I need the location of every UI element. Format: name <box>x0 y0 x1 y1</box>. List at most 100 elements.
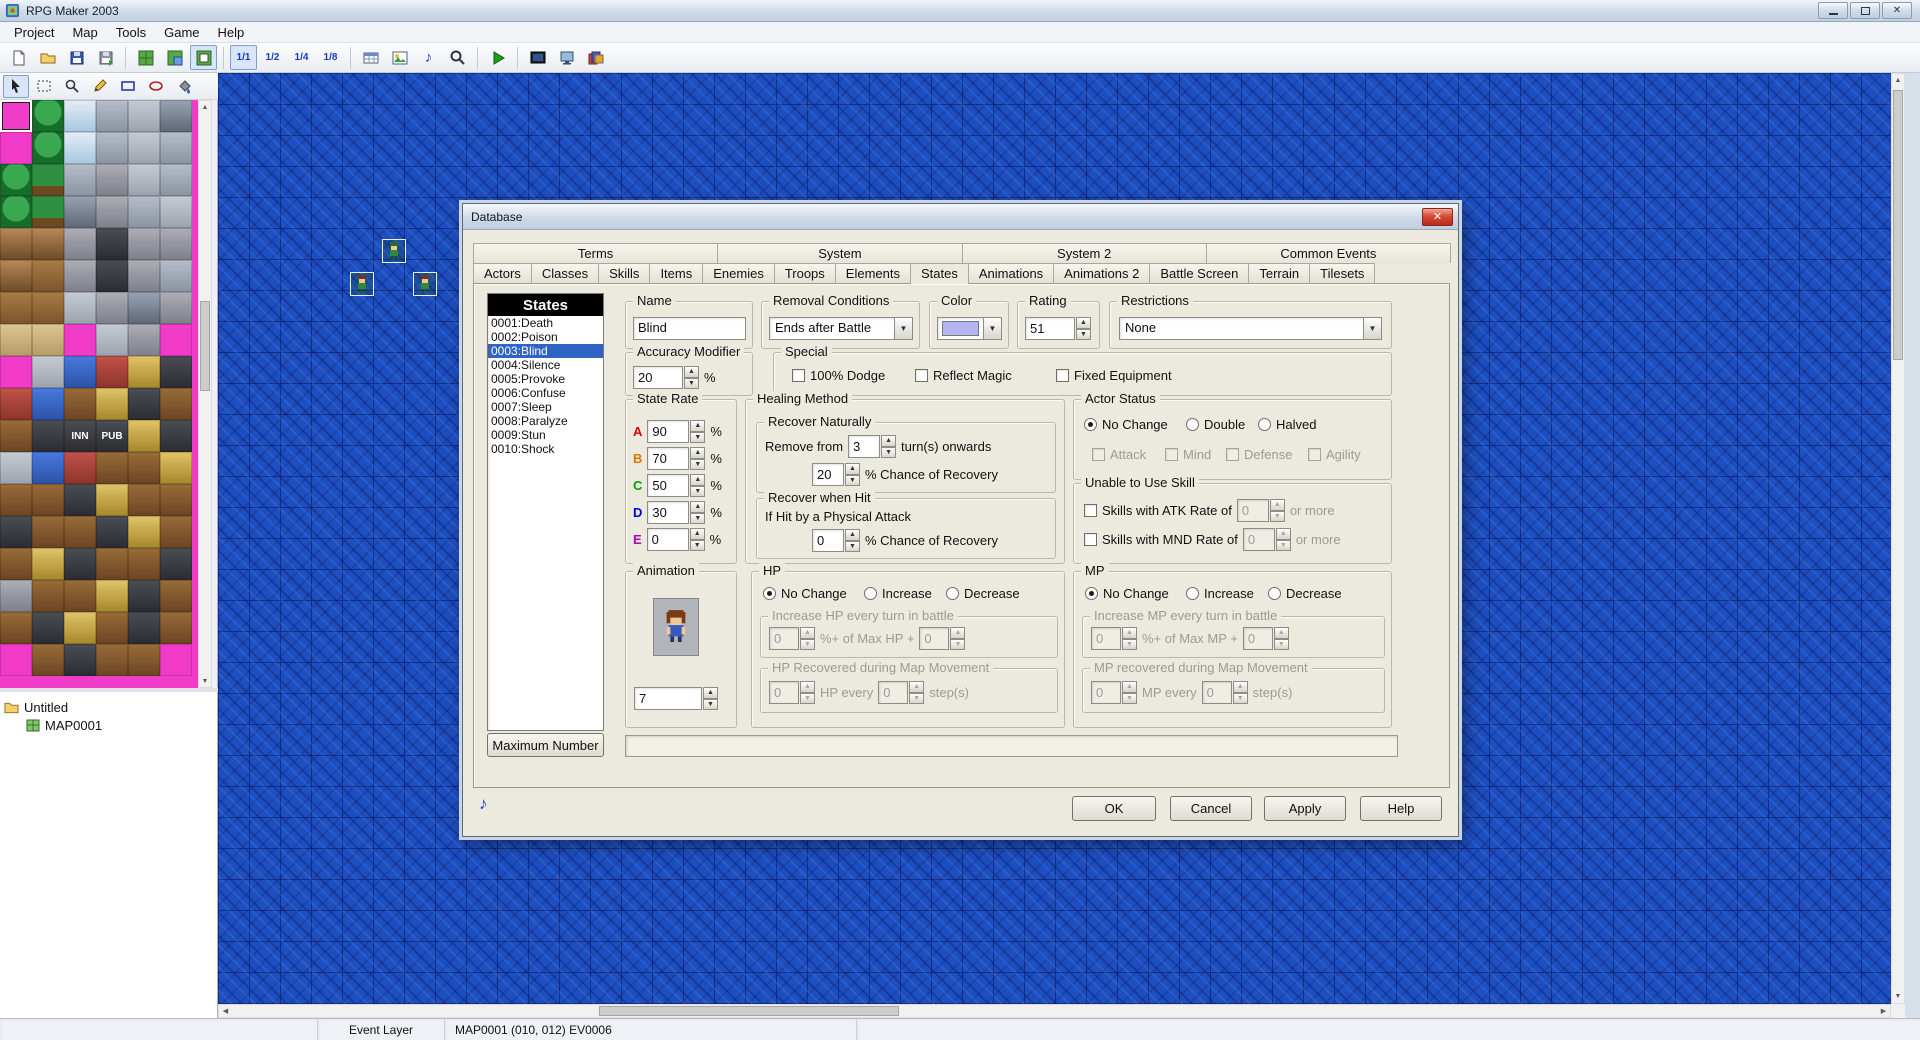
options-button[interactable] <box>582 45 609 70</box>
palette-tile[interactable] <box>32 644 64 676</box>
palette-tile[interactable] <box>160 260 192 292</box>
states-list-item[interactable]: 0007:Sleep <box>488 400 603 414</box>
tab-skills[interactable]: Skills <box>598 263 650 283</box>
palette-tile[interactable] <box>64 452 96 484</box>
tree-item-project[interactable]: Untitled <box>4 698 213 716</box>
palette-tile[interactable] <box>96 484 128 516</box>
rating-value[interactable]: 51 <box>1025 317 1075 340</box>
states-list-item[interactable]: 0006:Confuse <box>488 386 603 400</box>
accuracy-spinner[interactable]: 20 ▲▼ <box>633 366 699 389</box>
create-game-disk-button[interactable] <box>92 45 119 70</box>
palette-tile[interactable] <box>32 612 64 644</box>
mnd-rate-spinner[interactable]: 0▲▼ <box>1243 528 1291 551</box>
palette-tile[interactable] <box>0 132 32 164</box>
hp-battle-v2-spinner[interactable]: 0▲▼ <box>919 627 965 650</box>
palette-tile[interactable] <box>96 612 128 644</box>
palette-tile[interactable] <box>0 196 32 228</box>
menu-game[interactable]: Game <box>155 23 208 42</box>
palette-tile[interactable] <box>32 516 64 548</box>
palette-tile[interactable] <box>32 292 64 324</box>
help-button[interactable]: Help <box>1360 796 1442 821</box>
mnd-rate-value[interactable]: 0 <box>1243 528 1275 551</box>
palette-tile[interactable] <box>32 260 64 292</box>
palette-tile[interactable] <box>128 132 160 164</box>
spin-up-icon[interactable]: ▲ <box>1233 681 1248 693</box>
palette-tile[interactable] <box>0 388 32 420</box>
event-layer-button[interactable] <box>190 45 217 70</box>
mnd-rate-checkbox[interactable] <box>1084 533 1097 546</box>
mp-no-change-radio[interactable] <box>1085 587 1098 600</box>
palette-tile[interactable] <box>96 644 128 676</box>
hp-map-v2-spinner[interactable]: 0▲▼ <box>878 681 924 704</box>
palette-tile[interactable] <box>32 580 64 612</box>
states-list-item[interactable]: 0001:Death <box>488 316 603 330</box>
hp-battle-v1[interactable]: 0 <box>769 627 799 650</box>
palette-tile[interactable] <box>64 612 96 644</box>
agility-flag-checkbox[interactable] <box>1308 448 1321 461</box>
palette-tile[interactable] <box>32 420 64 452</box>
remove-turns-value[interactable]: 3 <box>848 435 880 458</box>
mp-battle-v1-spinner[interactable]: 0▲▼ <box>1091 627 1137 650</box>
chevron-down-icon[interactable]: ▼ <box>983 318 1001 339</box>
spin-up-icon[interactable]: ▲ <box>690 528 705 540</box>
hp-decrease-radio[interactable] <box>946 587 959 600</box>
palette-tile[interactable] <box>160 644 192 676</box>
atk-rate-checkbox[interactable] <box>1084 504 1097 517</box>
tab-battle-screen[interactable]: Battle Screen <box>1149 263 1249 283</box>
palette-tile[interactable] <box>96 132 128 164</box>
spin-up-icon[interactable]: ▲ <box>1276 528 1291 540</box>
new-project-button[interactable] <box>5 45 32 70</box>
palette-tile[interactable] <box>160 484 192 516</box>
zoom-1-4-button[interactable]: 1/4 <box>288 45 315 70</box>
tab-troops[interactable]: Troops <box>774 263 836 283</box>
defense-flag-checkbox[interactable] <box>1226 448 1239 461</box>
palette-tile[interactable] <box>0 580 32 612</box>
scroll-up-icon[interactable]: ▲ <box>199 101 211 113</box>
tab-terrain[interactable]: Terrain <box>1248 263 1310 283</box>
spin-down-icon[interactable]: ▼ <box>881 447 896 459</box>
mind-flag-checkbox[interactable] <box>1165 448 1178 461</box>
dodge-checkbox[interactable] <box>792 369 805 382</box>
zoom-1-2-button[interactable]: 1/2 <box>259 45 286 70</box>
palette-tile[interactable] <box>64 388 96 420</box>
palette-tile[interactable] <box>160 132 192 164</box>
search-button[interactable] <box>444 45 471 70</box>
palette-tile[interactable] <box>0 324 32 356</box>
recovery-chance-spinner[interactable]: 20▲▼ <box>812 463 860 486</box>
palette-tile[interactable] <box>64 644 96 676</box>
palette-tile[interactable] <box>32 324 64 356</box>
map-vertical-scrollbar[interactable]: ▲ ▼ <box>1891 73 1905 1004</box>
palette-tile[interactable]: INN <box>64 420 96 452</box>
states-list-item[interactable]: 0002:Poison <box>488 330 603 344</box>
palette-tile[interactable] <box>160 356 192 388</box>
atk-rate-value[interactable]: 0 <box>1237 499 1269 522</box>
spin-up-icon[interactable]: ▲ <box>703 687 718 699</box>
palette-scrollbar[interactable]: ▲ ▼ <box>198 100 212 688</box>
spin-up-icon[interactable]: ▲ <box>1122 627 1137 639</box>
map-event[interactable] <box>413 272 437 296</box>
palette-tile[interactable] <box>32 132 64 164</box>
palette-tile[interactable] <box>128 644 160 676</box>
palette-tile[interactable] <box>64 356 96 388</box>
tab-classes[interactable]: Classes <box>531 263 599 283</box>
open-project-button[interactable] <box>34 45 61 70</box>
spin-down-icon[interactable]: ▼ <box>690 459 705 471</box>
zoom-1-8-button[interactable]: 1/8 <box>317 45 344 70</box>
rate-e-value[interactable]: 0 <box>647 528 689 551</box>
palette-tile[interactable] <box>160 100 192 132</box>
menu-help[interactable]: Help <box>209 23 254 42</box>
mp-map-v2[interactable]: 0 <box>1202 681 1232 704</box>
tab-system2[interactable]: System 2 <box>962 243 1207 263</box>
map-event[interactable] <box>350 272 374 296</box>
palette-tile[interactable] <box>32 452 64 484</box>
dialog-close-button[interactable]: ✕ <box>1422 208 1453 226</box>
recovery-chance-value[interactable]: 20 <box>812 463 844 486</box>
map-event[interactable] <box>382 239 406 263</box>
tree-item-map[interactable]: MAP0001 <box>4 716 213 734</box>
rate-e-spinner[interactable]: 0▲▼ <box>647 528 705 551</box>
states-list-item[interactable]: 0005:Provoke <box>488 372 603 386</box>
animation-value[interactable]: 7 <box>634 687 702 710</box>
palette-tile[interactable] <box>128 420 160 452</box>
accuracy-value[interactable]: 20 <box>633 366 683 389</box>
map-vscroll-thumb[interactable] <box>1893 90 1903 360</box>
